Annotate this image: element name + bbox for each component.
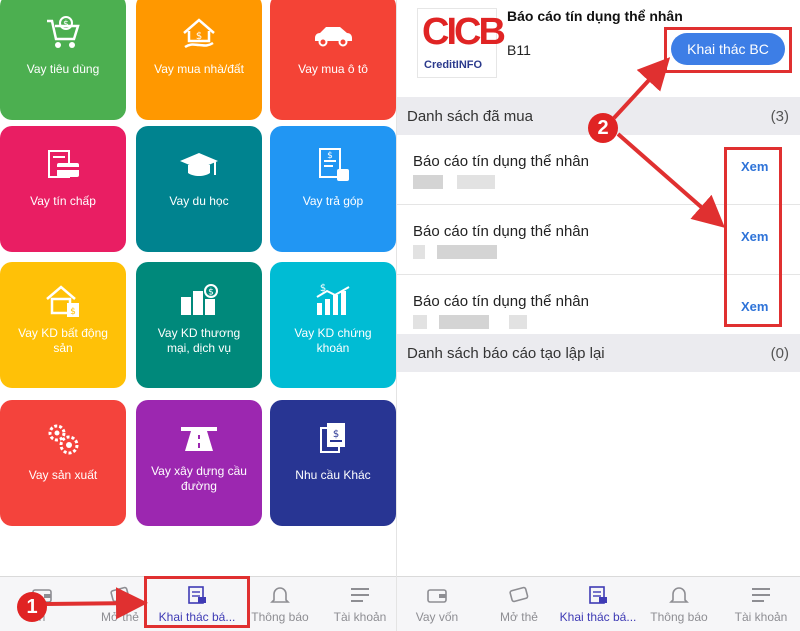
nav-thong-bao[interactable]: Thông báo: [250, 577, 310, 631]
tile-label: Vay KD chứng khoán: [294, 326, 372, 355]
svg-text:$: $: [320, 283, 326, 294]
highlight-xem-links: [724, 147, 782, 327]
building-money-icon: $: [38, 276, 88, 326]
tile-label: Vay du học: [169, 194, 229, 208]
menu-icon: [750, 585, 772, 605]
tile-label: Vay xây dựng cầu đường: [151, 464, 247, 493]
svg-text:$: $: [70, 307, 76, 317]
redacted-info: [413, 315, 533, 329]
report-name: Báo cáo tín dụng thể nhân: [413, 223, 589, 240]
tile-label: Nhu cầu Khác: [295, 468, 371, 482]
tile-vay-kd-bds[interactable]: $ Vay KD bất động sản: [0, 262, 126, 388]
logo-subtext: CreditINFO: [424, 59, 483, 71]
cart-icon: $: [38, 8, 88, 58]
tile-label: Vay tiêu dùng: [26, 62, 100, 76]
tile-label: Vay tín chấp: [30, 194, 96, 208]
tile-vay-xay-dung[interactable]: Vay xây dựng cầu đường: [136, 400, 262, 526]
wallet-icon: [426, 585, 448, 605]
creditinfo-logo: CICB CreditINFO: [417, 8, 506, 78]
section-count: (3): [770, 108, 789, 125]
report-icon: [587, 585, 609, 605]
tile-vay-tra-gop[interactable]: $ Vay trả góp: [270, 126, 396, 252]
svg-text:$: $: [208, 288, 214, 298]
bell-icon: [269, 585, 291, 605]
tile-vay-mua-nha[interactable]: $ Vay mua nhà/đất: [136, 0, 262, 120]
gears-icon: [38, 414, 88, 464]
tile-label: Vay KD bất động sản: [18, 326, 108, 355]
card-icon: [508, 585, 530, 605]
nav-tai-khoan[interactable]: Tài khoản: [731, 577, 791, 631]
redacted-info: [413, 245, 533, 259]
svg-text:$: $: [63, 20, 69, 30]
tile-vay-san-xuat[interactable]: Vay sản xuất: [0, 400, 126, 526]
stock-chart-icon: $: [308, 276, 358, 326]
road-icon: [174, 414, 224, 464]
tile-vay-tieu-dung[interactable]: $ Vay tiêu dùng: [0, 0, 126, 120]
menu-icon: [349, 585, 371, 605]
document-stamp-icon: $: [308, 140, 358, 190]
svg-text:$: $: [333, 429, 339, 440]
nav-khai-thac[interactable]: Khai thác bá...: [553, 577, 643, 631]
documents-icon: $: [308, 414, 358, 464]
redacted-info: [413, 175, 533, 189]
nav-tai-khoan[interactable]: Tài khoản: [330, 577, 390, 631]
bottom-nav-right: Vay vốn Mở thẻ Khai thác bá... Thông báo…: [397, 576, 800, 631]
tile-label: Vay KD thương mại, dịch vụ: [157, 326, 241, 355]
credit-card-icon: [38, 140, 88, 190]
report-name: Báo cáo tín dụng thể nhân: [413, 293, 589, 310]
tile-vay-du-hoc[interactable]: Vay du học: [136, 126, 262, 252]
section-title: Danh sách báo cáo tạo lập lại: [407, 345, 605, 362]
report-title: Báo cáo tín dụng thể nhân: [507, 8, 683, 24]
svg-text:$: $: [196, 31, 202, 42]
step-badge-1: 1: [17, 592, 47, 622]
nav-vay-von[interactable]: Vay vốn: [407, 577, 467, 631]
nav-mo-the[interactable]: Mở thẻ: [489, 577, 549, 631]
left-screen: $ Vay tiêu dùng $ Vay mua nhà/đất Vay mu…: [0, 0, 396, 631]
tile-label: Vay mua ô tô: [298, 62, 368, 76]
car-icon: [308, 8, 358, 58]
section-count: (0): [770, 345, 789, 362]
step-badge-2: 2: [588, 113, 618, 143]
nav-mo-the[interactable]: Mở thẻ: [90, 577, 150, 631]
tile-vay-tin-chap[interactable]: Vay tín chấp: [0, 126, 126, 252]
tile-label: Vay sản xuất: [28, 468, 98, 482]
svg-text:$: $: [327, 151, 333, 161]
tile-vay-kd-chung-khoan[interactable]: $ Vay KD chứng khoán: [270, 262, 396, 388]
highlight-khai-thac-button: [664, 27, 792, 73]
tile-label: Vay trả góp: [302, 194, 364, 208]
city-money-icon: $: [174, 276, 224, 326]
tile-vay-mua-oto[interactable]: Vay mua ô tô: [270, 0, 396, 120]
graduation-cap-icon: [174, 140, 224, 190]
highlight-khai-thac-nav: [144, 576, 250, 628]
recreated-section-header: Danh sách báo cáo tạo lập lại (0): [397, 334, 800, 372]
tile-label: Vay mua nhà/đất: [154, 62, 244, 76]
report-code: B11: [507, 42, 531, 58]
tile-nhu-cau-khac[interactable]: $ Nhu cầu Khác: [270, 400, 396, 526]
logo-text: CICB: [422, 11, 506, 53]
nav-thong-bao[interactable]: Thông báo: [649, 577, 709, 631]
card-icon: [109, 585, 131, 605]
tile-vay-kd-thuong-mai[interactable]: $ Vay KD thương mại, dịch vụ: [136, 262, 262, 388]
section-title: Danh sách đã mua: [407, 108, 533, 125]
house-icon: $: [174, 8, 224, 58]
bell-icon: [668, 585, 690, 605]
report-name: Báo cáo tín dụng thể nhân: [413, 153, 589, 170]
